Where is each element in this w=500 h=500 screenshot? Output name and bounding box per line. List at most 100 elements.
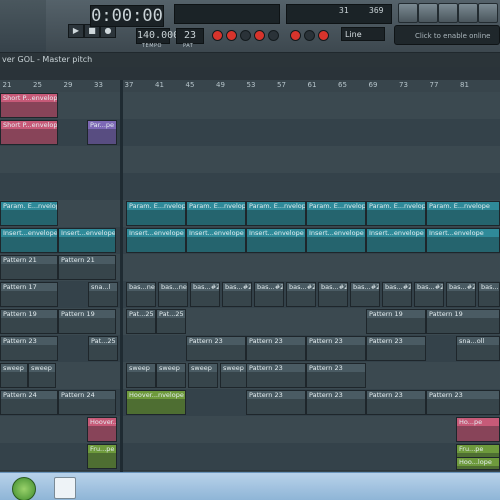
playlist-clip[interactable]: Insert...envelope [306, 228, 366, 253]
playlist-track[interactable] [0, 92, 500, 120]
playlist-clip[interactable]: Insert...envelope [366, 228, 426, 253]
playlist-clip[interactable]: Pattern 23 [306, 363, 366, 388]
playlist-clip[interactable]: Pattern 23 [366, 336, 426, 361]
time-display[interactable]: 0:00:00 [90, 5, 164, 27]
playlist-clip[interactable]: Par...pe [87, 120, 117, 145]
playlist-clip[interactable]: sweep [28, 363, 56, 388]
countdown-toggle[interactable] [304, 30, 315, 41]
playlist-clip[interactable]: Pattern 23 [306, 390, 366, 415]
blend-toggle[interactable] [226, 30, 237, 41]
channel-rack-icon[interactable] [458, 3, 478, 23]
playlist-clip[interactable]: Short P...envelope [0, 120, 58, 145]
playlist-clip[interactable]: Pattern 23 [426, 390, 500, 415]
playlist-clip[interactable]: bas...#2 [222, 282, 252, 307]
playlist-clip[interactable]: Param. E...nvelope [246, 201, 306, 226]
playlist-clip[interactable]: Param. E...nvelope [306, 201, 366, 226]
start-button-icon[interactable] [12, 477, 36, 500]
playlist-clip[interactable]: Pattern 19 [58, 309, 116, 334]
playlist-clip[interactable]: Pattern 24 [0, 390, 58, 415]
playlist-clip[interactable]: bas...#2 [446, 282, 476, 307]
playlist-clip[interactable]: Pattern 21 [58, 255, 116, 280]
playlist-clip[interactable]: Pattern 23 [306, 336, 366, 361]
playlist-clip[interactable]: Pattern 24 [58, 390, 116, 415]
playlist-clip[interactable]: Pattern 19 [0, 309, 58, 334]
playlist-clip[interactable]: Pattern 19 [366, 309, 426, 334]
playlist-clip[interactable]: Insert...envelope [186, 228, 246, 253]
tempo-display[interactable]: 140.000 [136, 28, 179, 44]
clip-content [427, 399, 499, 414]
playlist-track[interactable] [0, 119, 500, 147]
fl-studio-taskbar-icon[interactable] [54, 477, 76, 499]
playlist-clip[interactable]: bas...#2 [414, 282, 444, 307]
playlist-clip[interactable]: Insert...envelope [246, 228, 306, 253]
playlist-clip[interactable]: Hoover...velope [87, 417, 117, 442]
playlist-clip[interactable]: bas...ne [158, 282, 188, 307]
playlist-clip[interactable]: bas...#2 [478, 282, 500, 307]
clip-content [189, 372, 217, 387]
playlist-clip[interactable]: bas...#2 [382, 282, 412, 307]
playlist-clip[interactable]: Hoo...lope [456, 457, 500, 470]
playlist-clip[interactable]: bas...#2 [254, 282, 284, 307]
playlist-clip[interactable]: Pattern 23 [246, 390, 306, 415]
piano-roll-window-icon[interactable] [418, 3, 438, 23]
wait-record-toggle[interactable] [290, 30, 301, 41]
playlist-clip[interactable]: Short P...envelope [0, 93, 58, 118]
playlist-clip[interactable]: bas...#2 [318, 282, 348, 307]
playlist-track[interactable] [0, 443, 500, 471]
playlist-clip[interactable]: Insert...envelope [126, 228, 186, 253]
playlist-clip[interactable]: bas...ne [126, 282, 156, 307]
online-news-panel[interactable]: Click to enable online news [394, 25, 500, 60]
playlist-clip[interactable]: Ho...pe [456, 417, 500, 442]
loop-record-toggle[interactable] [318, 30, 329, 41]
browser-icon[interactable] [478, 3, 498, 23]
playlist-clip[interactable]: sweep [188, 363, 218, 388]
playlist-clip[interactable]: Pat...25 [88, 336, 118, 361]
playlist-clip[interactable]: Pattern 17 [0, 282, 58, 307]
snap-record-toggle[interactable] [212, 30, 223, 41]
playlist-clip[interactable]: sna...oll [456, 336, 500, 361]
playlist-clip[interactable]: sweep [126, 363, 156, 388]
playlist-clip[interactable]: bas...#2 [286, 282, 316, 307]
mixer-window-icon[interactable] [438, 3, 458, 23]
snap-mode-select[interactable]: Line [341, 27, 385, 41]
playlist-window-icon[interactable] [398, 3, 418, 23]
playlist-track[interactable] [0, 146, 500, 174]
playlist-clip[interactable]: sweep [0, 363, 28, 388]
playlist-clip[interactable]: sweep [156, 363, 186, 388]
playlist-clip[interactable]: Pattern 23 [246, 363, 306, 388]
playlist-clip[interactable]: Pattern 23 [0, 336, 58, 361]
metronome-toggle[interactable] [268, 30, 279, 41]
playlist-clip[interactable]: Pattern 21 [0, 255, 58, 280]
playlist-clip[interactable]: Param. E...nvelope [126, 201, 186, 226]
clip-label: sna...oll [459, 337, 485, 345]
playlist-track[interactable] [0, 416, 500, 444]
clip-content [415, 291, 443, 306]
ruler-bar-number: 61 [307, 81, 317, 89]
playlist-clip[interactable]: Param. E...nvelope [426, 201, 500, 226]
playlist-clip[interactable]: Pattern 19 [426, 309, 500, 334]
playlist-clip[interactable]: Insert...envelope [426, 228, 500, 253]
playlist-clip[interactable]: Insert...envelope [0, 228, 58, 253]
playlist-tracks[interactable]: Short P...envelope Short P...envelope Par.… [0, 92, 500, 472]
playlist-clip[interactable]: Hoover...nvelope [126, 390, 186, 415]
play-button[interactable]: ▶ [68, 24, 84, 38]
playlist-clip[interactable]: Insert...envelope [58, 228, 116, 253]
playlist-clip[interactable]: Pattern 23 [246, 336, 306, 361]
playlist-clip[interactable]: Pat...25 [126, 309, 156, 334]
pattern-number-display[interactable]: 23 [176, 28, 204, 44]
typing-keyboard-toggle[interactable] [254, 30, 265, 41]
playlist-clip[interactable]: Pattern 23 [186, 336, 246, 361]
step-toggle[interactable] [240, 30, 251, 41]
clip-label: Hoover...velope [90, 418, 116, 426]
playlist-clip[interactable]: Fru...pe [87, 444, 117, 469]
playlist-clip[interactable]: bas...#2 [350, 282, 380, 307]
playlist-clip[interactable]: Pattern 23 [366, 390, 426, 415]
song-position-marker[interactable] [120, 80, 123, 472]
playlist-clip[interactable]: Param. E...nvelope [366, 201, 426, 226]
playlist-track[interactable] [0, 173, 500, 201]
playlist-clip[interactable]: Param. E...nvelope [186, 201, 246, 226]
playlist-clip[interactable]: bas...#2 [190, 282, 220, 307]
playlist-clip[interactable]: sna...l [88, 282, 118, 307]
playlist-clip[interactable]: Param. E...nvelope [0, 201, 58, 226]
playlist-clip[interactable]: Pat...25 [156, 309, 186, 334]
